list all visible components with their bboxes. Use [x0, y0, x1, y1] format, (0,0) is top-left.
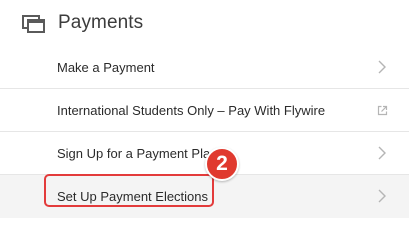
menu-item-label: Make a Payment	[57, 60, 155, 75]
chevron-right-icon	[378, 146, 386, 160]
menu-item-make-a-payment[interactable]: Make a Payment	[0, 46, 409, 89]
menu-item-pay-with-flywire[interactable]: International Students Only – Pay With F…	[0, 89, 409, 132]
highlight-box	[44, 174, 214, 207]
external-link-icon	[377, 105, 388, 116]
menu-item-label: Sign Up for a Payment Plan	[57, 146, 218, 161]
step-number-badge: 2	[205, 147, 239, 181]
menu-item-payment-plan[interactable]: Sign Up for a Payment Plan	[0, 132, 409, 175]
chevron-right-icon	[378, 189, 386, 203]
chevron-right-icon	[378, 60, 386, 74]
windows-stack-icon	[22, 15, 45, 33]
section-title: Payments	[58, 12, 144, 33]
section-header: Payments	[0, 0, 409, 50]
menu-item-label: International Students Only – Pay With F…	[57, 103, 326, 118]
